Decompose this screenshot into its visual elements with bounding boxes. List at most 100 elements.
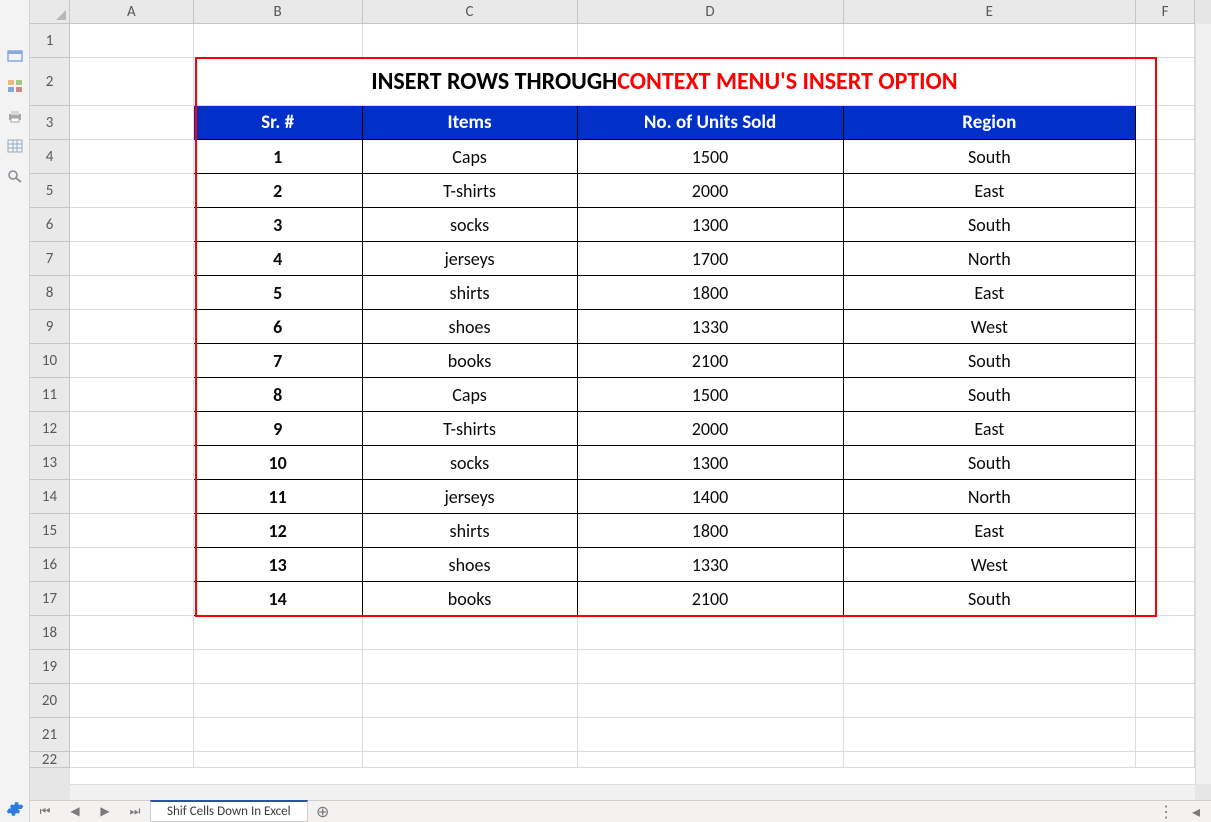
table-row-units[interactable]: 1500 [578, 378, 844, 412]
table-row-units[interactable]: 1700 [578, 242, 844, 276]
table-header-region[interactable]: Region [844, 106, 1137, 140]
vertical-scrollbar[interactable] [1195, 24, 1211, 784]
cell-F4[interactable] [1136, 140, 1195, 174]
cell-A15[interactable] [70, 514, 194, 548]
table-row-units[interactable]: 2000 [578, 412, 844, 446]
cell-A17[interactable] [70, 582, 194, 616]
cell-F11[interactable] [1136, 378, 1195, 412]
cell-F13[interactable] [1136, 446, 1195, 480]
row-header-10[interactable]: 10 [30, 344, 70, 378]
table-row-sr[interactable]: 9 [194, 412, 363, 446]
cell-E22[interactable] [844, 752, 1137, 768]
table-row-sr[interactable]: 1 [194, 140, 363, 174]
table-row-sr[interactable]: 12 [194, 514, 363, 548]
row-header-8[interactable]: 8 [30, 276, 70, 310]
properties-icon[interactable] [0, 44, 30, 68]
table-row-units[interactable]: 2100 [578, 582, 844, 616]
column-header-F[interactable]: F [1136, 0, 1195, 24]
cell-A12[interactable] [70, 412, 194, 446]
tab-bar-split-left[interactable]: ◂ [1181, 801, 1211, 822]
table-row-item[interactable]: jerseys [363, 480, 578, 514]
grid-icon[interactable] [0, 134, 30, 158]
table-row-region[interactable]: South [844, 582, 1137, 616]
tab-nav-prev[interactable]: ◀ [60, 801, 90, 822]
cell-B1[interactable] [194, 24, 363, 58]
row-header-4[interactable]: 4 [30, 140, 70, 174]
table-row-region[interactable]: North [844, 242, 1137, 276]
column-header-D[interactable]: D [578, 0, 844, 24]
cell-A1[interactable] [70, 24, 194, 58]
table-row-region[interactable]: South [844, 208, 1137, 242]
cell-A4[interactable] [70, 140, 194, 174]
table-row-sr[interactable]: 4 [194, 242, 363, 276]
cell-F5[interactable] [1136, 174, 1195, 208]
cell-styles-icon[interactable] [0, 74, 30, 98]
row-header-11[interactable]: 11 [30, 378, 70, 412]
table-row-region[interactable]: West [844, 310, 1137, 344]
cell-F16[interactable] [1136, 548, 1195, 582]
row-header-1[interactable]: 1 [30, 24, 70, 58]
table-row-item[interactable]: Caps [363, 378, 578, 412]
cell-A13[interactable] [70, 446, 194, 480]
table-row-item[interactable]: Caps [363, 140, 578, 174]
print-icon[interactable] [0, 104, 30, 128]
cell-E19[interactable] [844, 650, 1137, 684]
table-row-region[interactable]: South [844, 378, 1137, 412]
table-row-item[interactable]: T-shirts [363, 174, 578, 208]
cell-B18[interactable] [194, 616, 363, 650]
cell-A19[interactable] [70, 650, 194, 684]
table-row-units[interactable]: 1800 [578, 514, 844, 548]
title-cell[interactable]: INSERT ROWS THROUGH CONTEXT MENU'S INSER… [194, 58, 1136, 106]
table-row-sr[interactable]: 8 [194, 378, 363, 412]
table-row-region[interactable]: East [844, 514, 1137, 548]
row-header-17[interactable]: 17 [30, 582, 70, 616]
row-header-3[interactable]: 3 [30, 106, 70, 140]
cell-A14[interactable] [70, 480, 194, 514]
table-row-item[interactable]: socks [363, 446, 578, 480]
column-header-B[interactable]: B [194, 0, 363, 24]
cell-A5[interactable] [70, 174, 194, 208]
tab-bar-options[interactable]: ⋮ [1151, 801, 1181, 822]
row-header-21[interactable]: 21 [30, 718, 70, 752]
cell-D19[interactable] [578, 650, 844, 684]
cell-A22[interactable] [70, 752, 194, 768]
cell-A2[interactable] [70, 58, 194, 106]
cell-A9[interactable] [70, 310, 194, 344]
find-icon[interactable] [0, 164, 30, 188]
row-header-12[interactable]: 12 [30, 412, 70, 446]
cell-B21[interactable] [194, 718, 363, 752]
cell-C19[interactable] [363, 650, 578, 684]
row-header-14[interactable]: 14 [30, 480, 70, 514]
row-header-5[interactable]: 5 [30, 174, 70, 208]
cell-E21[interactable] [844, 718, 1137, 752]
column-header-C[interactable]: C [363, 0, 578, 24]
table-row-sr[interactable]: 7 [194, 344, 363, 378]
table-row-item[interactable]: T-shirts [363, 412, 578, 446]
cell-A20[interactable] [70, 684, 194, 718]
table-row-sr[interactable]: 13 [194, 548, 363, 582]
table-row-sr[interactable]: 10 [194, 446, 363, 480]
table-row-sr[interactable]: 3 [194, 208, 363, 242]
table-row-region[interactable]: East [844, 174, 1137, 208]
cell-grid[interactable]: INSERT ROWS THROUGH CONTEXT MENU'S INSER… [70, 24, 1195, 784]
table-row-units[interactable]: 1330 [578, 310, 844, 344]
table-row-item[interactable]: books [363, 344, 578, 378]
table-header-sr[interactable]: Sr. # [194, 106, 363, 140]
cell-B20[interactable] [194, 684, 363, 718]
cell-F3[interactable] [1136, 106, 1195, 140]
cell-F20[interactable] [1136, 684, 1195, 718]
cell-F10[interactable] [1136, 344, 1195, 378]
cell-A7[interactable] [70, 242, 194, 276]
cell-F14[interactable] [1136, 480, 1195, 514]
table-row-units[interactable]: 1800 [578, 276, 844, 310]
table-row-region[interactable]: East [844, 276, 1137, 310]
table-row-region[interactable]: North [844, 480, 1137, 514]
cell-F12[interactable] [1136, 412, 1195, 446]
table-row-units[interactable]: 1400 [578, 480, 844, 514]
cell-F22[interactable] [1136, 752, 1195, 768]
cell-C21[interactable] [363, 718, 578, 752]
table-row-region[interactable]: South [844, 446, 1137, 480]
table-row-units[interactable]: 1300 [578, 446, 844, 480]
table-row-units[interactable]: 1300 [578, 208, 844, 242]
table-row-item[interactable]: books [363, 582, 578, 616]
